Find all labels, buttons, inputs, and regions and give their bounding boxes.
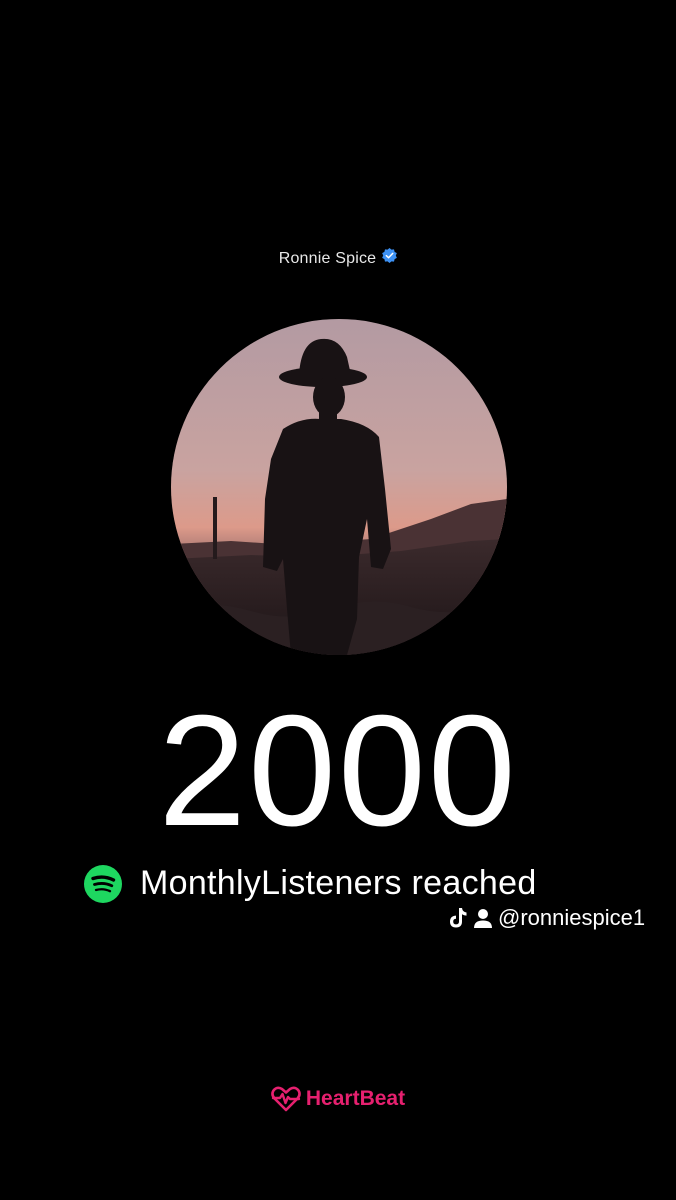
artist-avatar (171, 319, 507, 655)
avatar-photo (171, 319, 507, 655)
artist-name: Ronnie Spice (278, 250, 377, 267)
milestone-row: MonthlyListeners reached (84, 864, 537, 903)
heartbeat-icon (271, 1086, 301, 1112)
brand-footer: HeartBeat (0, 1086, 676, 1112)
social-handle-row: @ronniespice1 (448, 905, 645, 931)
brand-name: HeartBeat (305, 1087, 406, 1110)
verified-badge-icon (382, 247, 398, 263)
spotify-icon (84, 864, 122, 903)
milestone-label: MonthlyListeners reached (140, 864, 537, 902)
artist-header: Ronnie Spice (0, 247, 676, 268)
tiktok-icon (448, 907, 468, 929)
listener-count: 2000 (158, 683, 518, 859)
person-icon (473, 907, 493, 929)
social-handle: @ronniespice1 (498, 905, 646, 930)
